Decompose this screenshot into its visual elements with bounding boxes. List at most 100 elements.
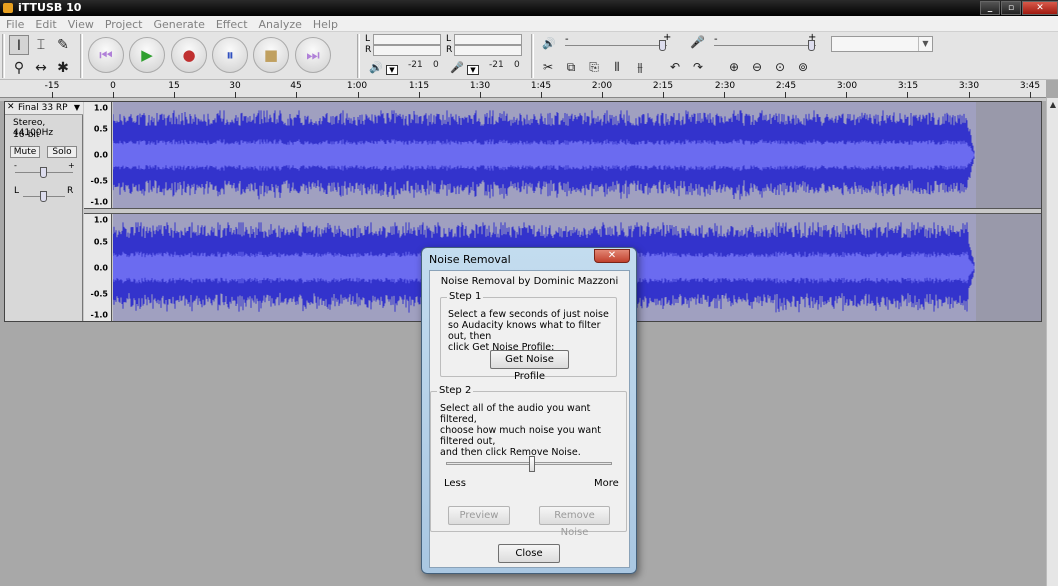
play-icon: ▶ bbox=[141, 46, 153, 64]
input-volume-slider[interactable] bbox=[714, 45, 816, 46]
step1-group: Step 1 Select a few seconds of just nois… bbox=[440, 291, 617, 382]
rec-meter-left-label: L bbox=[446, 34, 452, 44]
record-scale-zero: 0 bbox=[514, 60, 520, 70]
zoom-in-icon[interactable]: ⊕ bbox=[725, 58, 743, 76]
ruler-label: 2:15 bbox=[652, 81, 674, 91]
fit-selection-icon[interactable]: ⊙ bbox=[771, 58, 789, 76]
record-meter-icon: 🎤 bbox=[450, 61, 464, 74]
zoom-tool-icon[interactable]: ⚲ bbox=[9, 58, 29, 78]
close-button[interactable]: Close bbox=[498, 544, 560, 563]
gain-thumb[interactable] bbox=[40, 167, 47, 178]
track-menu-chevron-icon[interactable]: ▼ bbox=[74, 103, 80, 112]
timeshift-tool-icon[interactable]: ↔ bbox=[31, 58, 51, 78]
noise-removal-dialog: Noise Removal ✕ Noise Removal by Dominic… bbox=[421, 247, 637, 574]
toolbar-grip[interactable] bbox=[80, 34, 83, 78]
skip-end-button[interactable]: ⏭ bbox=[295, 37, 331, 73]
paste-icon[interactable]: ⎘ bbox=[585, 58, 603, 76]
mic-minus: - bbox=[714, 34, 718, 45]
fit-project-icon[interactable]: ⊚ bbox=[794, 58, 812, 76]
vertical-scale-left[interactable]: 1.0 0.5 0.0 -0.5 -1.0 bbox=[84, 102, 112, 208]
volume-minus: - bbox=[565, 34, 569, 45]
copy-icon[interactable]: ⧉ bbox=[562, 58, 580, 76]
dialog-body: Noise Removal by Dominic Mazzoni Step 1 … bbox=[429, 270, 630, 568]
scroll-up-icon[interactable]: ▲ bbox=[1048, 100, 1058, 110]
menu-project[interactable]: Project bbox=[99, 16, 148, 31]
dialog-close-icon[interactable]: ✕ bbox=[594, 249, 630, 263]
trim-outside-icon[interactable]: ⫴ bbox=[608, 58, 626, 76]
toolbar-grip[interactable] bbox=[357, 34, 360, 78]
menu-generate[interactable]: Generate bbox=[147, 16, 209, 31]
play-button[interactable]: ▶ bbox=[129, 37, 165, 73]
silence-icon[interactable]: ⫵ bbox=[631, 58, 649, 76]
title-bar: iTTUSB 10 _ ▫ ✕ bbox=[0, 0, 1058, 16]
scale-label: -1.0 bbox=[90, 197, 109, 207]
timeline-ruler[interactable]: -15 0 15 30 45 1:00 1:15 1:30 1:45 2:00 … bbox=[0, 80, 1046, 98]
ruler-label: 2:45 bbox=[775, 81, 797, 91]
track-header[interactable]: ✕ Final 33 RP ▼ bbox=[5, 102, 83, 115]
app-icon bbox=[3, 3, 13, 13]
pan-left-label: L bbox=[14, 186, 20, 196]
output-volume-slider[interactable] bbox=[565, 45, 667, 46]
record-meter-menu[interactable]: ▼ bbox=[467, 65, 479, 75]
multi-tool-icon[interactable]: ✱ bbox=[53, 58, 73, 78]
record-icon: ● bbox=[182, 46, 196, 64]
stop-button[interactable]: ■ bbox=[253, 37, 289, 73]
menu-effect[interactable]: Effect bbox=[210, 16, 253, 31]
playback-meter-menu[interactable]: ▼ bbox=[386, 65, 398, 75]
trim-icon[interactable]: ✂ bbox=[539, 58, 557, 76]
close-window-button[interactable]: ✕ bbox=[1022, 1, 1058, 15]
scale-label: 0.5 bbox=[93, 124, 108, 134]
redo-icon[interactable]: ↷ bbox=[689, 58, 707, 76]
undo-icon[interactable]: ↶ bbox=[666, 58, 684, 76]
waveform-left-channel[interactable] bbox=[113, 102, 1041, 208]
input-source-select[interactable]: ▼ bbox=[831, 36, 933, 52]
envelope-tool-icon[interactable]: ⌶ bbox=[31, 35, 51, 55]
mute-button[interactable]: Mute bbox=[10, 146, 40, 158]
playback-meter-icon: 🔊 bbox=[369, 61, 383, 74]
ruler-label: 15 bbox=[168, 81, 180, 91]
dialog-heading: Noise Removal by Dominic Mazzoni bbox=[440, 276, 619, 287]
solo-button[interactable]: Solo bbox=[47, 146, 77, 158]
preview-button[interactable]: Preview bbox=[448, 506, 510, 525]
noise-reduction-thumb[interactable] bbox=[529, 456, 535, 472]
track-bitdepth: 16-bit bbox=[13, 130, 40, 140]
selection-tool-icon[interactable]: I bbox=[9, 35, 29, 55]
menu-view[interactable]: View bbox=[62, 16, 99, 31]
step2-text: Select all of the audio you want filtere… bbox=[440, 403, 601, 458]
pause-icon: ⏸ bbox=[226, 46, 234, 64]
remove-noise-button[interactable]: Remove Noise bbox=[539, 506, 610, 538]
menu-analyze[interactable]: Analyze bbox=[253, 16, 307, 31]
toolbar-grip[interactable] bbox=[2, 34, 5, 78]
maximize-button[interactable]: ▫ bbox=[1001, 1, 1021, 15]
playback-meter-left bbox=[373, 34, 441, 45]
ruler-label: 1:15 bbox=[408, 81, 430, 91]
ruler-label: 3:00 bbox=[836, 81, 858, 91]
scale-label: 0.5 bbox=[93, 237, 108, 247]
menu-file[interactable]: File bbox=[0, 16, 29, 31]
vertical-scale-right[interactable]: 1.0 0.5 0.0 -0.5 -1.0 bbox=[84, 214, 112, 321]
record-button[interactable]: ● bbox=[171, 37, 207, 73]
playback-scale-db: -21 bbox=[408, 60, 423, 70]
zoom-out-icon[interactable]: ⊖ bbox=[748, 58, 766, 76]
track-name[interactable]: Final 33 RP bbox=[18, 103, 68, 113]
pan-thumb[interactable] bbox=[40, 191, 47, 202]
minimize-button[interactable]: _ bbox=[980, 1, 1000, 15]
more-label: More bbox=[594, 478, 619, 489]
pan-right-label: R bbox=[67, 186, 74, 196]
menu-edit[interactable]: Edit bbox=[29, 16, 61, 31]
track-control-panel[interactable]: ✕ Final 33 RP ▼ Stereo, 44100Hz 16-bit M… bbox=[5, 102, 83, 321]
draw-tool-icon[interactable]: ✎ bbox=[53, 35, 73, 55]
toolbar-grip[interactable] bbox=[531, 56, 534, 78]
close-track-icon[interactable]: ✕ bbox=[7, 102, 15, 112]
get-noise-profile-button[interactable]: Get Noise Profile bbox=[490, 350, 569, 382]
ruler-label: 2:30 bbox=[714, 81, 736, 91]
vertical-scrollbar[interactable]: ▲ bbox=[1046, 98, 1058, 586]
output-volume-thumb[interactable] bbox=[659, 40, 666, 51]
gain-plus: + bbox=[68, 161, 75, 170]
input-volume-thumb[interactable] bbox=[808, 40, 815, 51]
ruler-label: 45 bbox=[290, 81, 302, 91]
menu-help[interactable]: Help bbox=[307, 16, 343, 31]
pause-button[interactable]: ⏸ bbox=[212, 37, 248, 73]
record-meter-left bbox=[454, 34, 522, 45]
skip-start-button[interactable]: ⏮ bbox=[88, 37, 124, 73]
